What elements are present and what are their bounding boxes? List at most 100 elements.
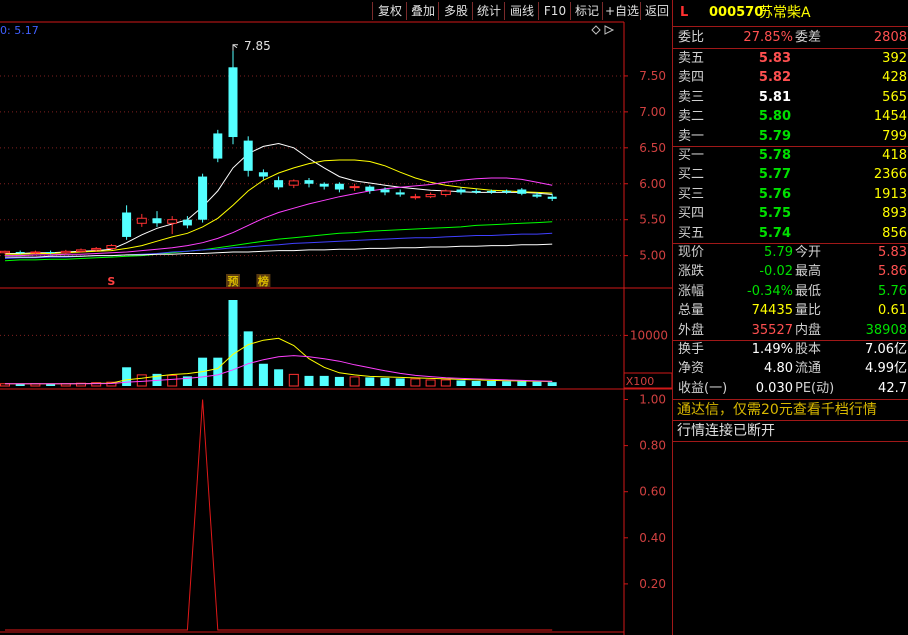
ask-price: 5.79 — [758, 128, 791, 144]
candle-body — [517, 189, 527, 194]
ask-volume: 392 — [882, 51, 907, 66]
fundamental-value: 42.7 — [878, 380, 907, 396]
bid-label: 买五 — [678, 225, 705, 241]
volume-bar — [547, 382, 557, 386]
bid-volume: 418 — [882, 148, 907, 163]
ask-label: 卖三 — [678, 89, 705, 105]
stat-value: 5.83 — [878, 245, 907, 260]
stat-value: 5.76 — [878, 283, 907, 299]
volume-bar — [334, 376, 344, 386]
stat-label: 现价 — [678, 245, 705, 260]
ask-volume: 565 — [882, 89, 907, 105]
candle-body — [15, 252, 25, 254]
bid-row: 买五 5.74 856 — [673, 224, 908, 244]
volume-tick-label: 10000 — [630, 328, 668, 342]
stat-label: 涨跌 — [678, 264, 705, 280]
candle-body — [258, 172, 268, 177]
label-layer: 5.00 5.50 6.00 6.50 7.00 7.50 7.85 0: 5.17 S 预 榜 10… — [0, 24, 672, 591]
indicator-layer — [5, 399, 553, 631]
fundamental-value: 4.99亿 — [865, 361, 907, 377]
bid-price: 5.75 — [758, 206, 791, 222]
promo-row[interactable]: 通达信，仅需20元查看千档行情 — [673, 400, 908, 420]
price-tick-label: 7.00 — [639, 105, 666, 119]
fundamental-label: PE(动) — [795, 380, 835, 396]
weibi-row: 委比 27.85% 委差 2808 — [673, 28, 908, 48]
weibi-value: 27.85% — [743, 30, 793, 45]
fundamental-row: 收益(一) 0.030 PE(动) 42.7 — [673, 379, 908, 399]
candle-body — [46, 252, 56, 254]
volume-layer — [0, 300, 557, 387]
stat-row: 现价 5.79 今开 5.83 — [673, 243, 908, 263]
ask-volume: 428 — [882, 70, 907, 86]
stat-label: 内盘 — [795, 322, 822, 338]
bid-label: 买三 — [678, 186, 705, 202]
volume-bar — [517, 381, 527, 386]
bid-volume: 893 — [882, 206, 907, 222]
fundamental-label: 换手 — [678, 342, 705, 357]
ma-lines-layer — [4, 142, 553, 262]
ma-line — [5, 159, 553, 255]
volume-bar — [258, 363, 268, 386]
volume-bar — [425, 379, 436, 387]
bid-label: 买四 — [678, 206, 705, 222]
volume-bar — [228, 300, 238, 386]
stat-label: 最低 — [795, 283, 822, 299]
quote-header: L 000570 苏常柴A — [673, 3, 908, 25]
candle-body — [198, 176, 208, 220]
grid-layer — [0, 21, 672, 635]
fundamental-value: 1.49% — [751, 342, 793, 357]
indicator-tick-label: 0.20 — [639, 577, 666, 591]
candle-body — [122, 212, 132, 237]
volume-bar — [304, 375, 314, 386]
ask-label: 卖一 — [678, 128, 705, 144]
candle-body — [425, 194, 436, 198]
volume-bar — [274, 369, 284, 386]
ask-price: 5.82 — [758, 70, 791, 86]
fundamental-value: 4.80 — [764, 361, 793, 377]
stock-name: 苏常柴A — [759, 5, 811, 21]
ma-line — [5, 142, 553, 254]
candle-body — [547, 196, 557, 199]
stat-value: 5.79 — [764, 245, 793, 260]
candle-body — [395, 192, 405, 195]
ma-line — [5, 177, 553, 257]
candle-body — [502, 190, 512, 193]
stock-code: 000570 — [709, 5, 764, 20]
fundamental-value: 7.06亿 — [865, 342, 907, 357]
ask-row: 卖五 5.83 392 — [673, 49, 908, 69]
promo-text[interactable]: 通达信，仅需20元查看千档行情 — [677, 400, 877, 420]
bid-row: 买四 5.75 893 — [673, 204, 908, 224]
candle-body — [60, 250, 71, 254]
stat-value: 0.61 — [878, 303, 907, 319]
stat-value: -0.02 — [759, 264, 793, 280]
volume-bar — [486, 380, 496, 386]
stat-label: 最高 — [795, 264, 822, 280]
stat-value: -0.34% — [747, 283, 793, 299]
ask-price: 5.83 — [758, 51, 791, 66]
volume-bar — [410, 378, 421, 387]
ask-row: 卖一 5.79 799 — [673, 127, 908, 147]
ask-row: 卖四 5.82 428 — [673, 68, 908, 88]
bid-label: 买一 — [678, 148, 705, 163]
volume-bar — [532, 381, 542, 386]
kline-chart-area[interactable]: 5.00 5.50 6.00 6.50 7.00 7.50 7.85 0: 5.17 S 预 榜 10… — [0, 0, 672, 635]
stat-value: 35527 — [751, 322, 793, 338]
fundamental-label: 净资 — [678, 361, 705, 377]
volume-bar — [471, 380, 481, 386]
ask-price: 5.80 — [758, 109, 791, 125]
bid-volume: 1913 — [873, 186, 907, 202]
volume-bar — [288, 373, 299, 387]
candle-body — [440, 190, 451, 196]
volume-scale-label: X100 — [626, 375, 655, 388]
stat-row: 总量 74435 量比 0.61 — [673, 301, 908, 321]
volume-bar — [380, 377, 390, 386]
stat-label: 涨幅 — [678, 283, 705, 299]
candle-body — [304, 180, 314, 184]
ask-volume: 799 — [882, 128, 907, 144]
bid-price: 5.74 — [758, 225, 791, 241]
divider — [673, 441, 908, 442]
bid-price: 5.78 — [758, 148, 791, 163]
triangle-icon — [604, 25, 615, 35]
candle-body — [349, 186, 360, 189]
trade-indicator: L — [680, 5, 689, 20]
